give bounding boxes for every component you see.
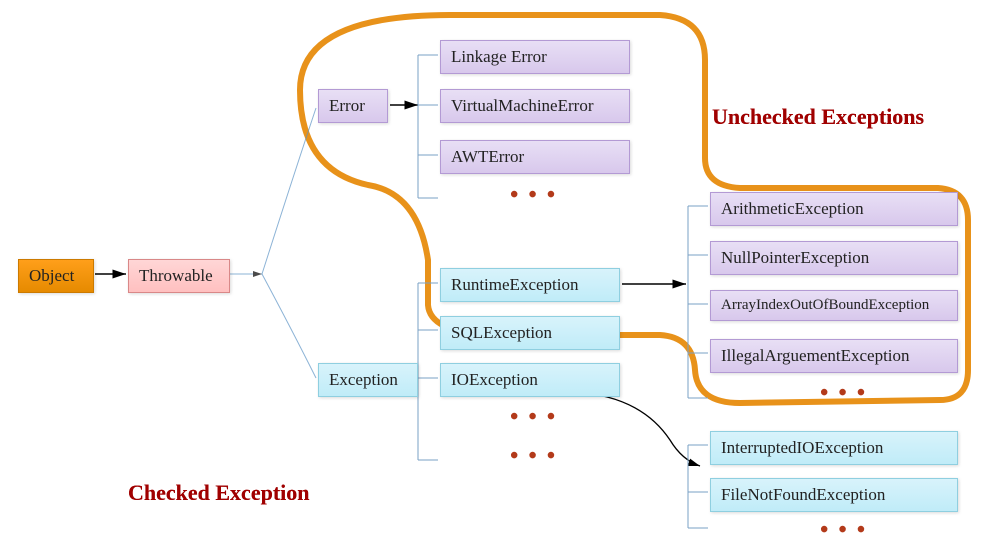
node-sqlexception: SQLException: [440, 316, 620, 350]
node-virtualmachine-error: VirtualMachineError: [440, 89, 630, 123]
node-filenotfoundexception: FileNotFoundException: [710, 478, 958, 512]
node-arrayindexoutofboundexception: ArrayIndexOutOfBoundException: [710, 290, 958, 321]
node-runtimeexception: RuntimeException: [440, 268, 620, 302]
node-linkage-error: Linkage Error: [440, 40, 630, 74]
node-throwable: Throwable: [128, 259, 230, 293]
node-object: Object: [18, 259, 94, 293]
node-interruptedioexception: InterruptedIOException: [710, 431, 958, 465]
label-unchecked: Unchecked Exceptions: [712, 104, 924, 130]
label-checked: Checked Exception: [128, 480, 310, 506]
node-ioexception: IOException: [440, 363, 620, 397]
node-awt-error: AWTError: [440, 140, 630, 174]
node-nullpointerexception: NullPointerException: [710, 241, 958, 275]
node-illegalargumentexception: IllegalArguementException: [710, 339, 958, 373]
node-error: Error: [318, 89, 388, 123]
node-arithmeticexception: ArithmeticException: [710, 192, 958, 226]
node-exception: Exception: [318, 363, 418, 397]
